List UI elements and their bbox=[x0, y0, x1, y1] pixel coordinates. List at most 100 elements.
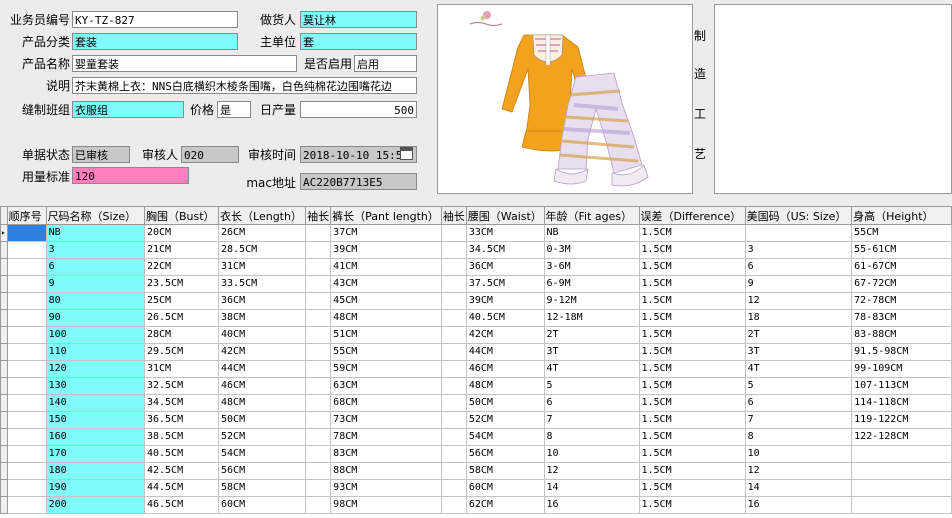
cell-waist[interactable]: 42CM bbox=[465, 326, 545, 344]
cell-fit-ages[interactable]: 3T bbox=[543, 343, 640, 361]
cell-length[interactable]: 28.5CM bbox=[218, 241, 307, 259]
cell-height[interactable]: 78-83CM bbox=[851, 309, 952, 327]
cell-difference[interactable]: 1.5CM bbox=[638, 258, 746, 276]
row-indicator[interactable] bbox=[0, 275, 8, 293]
cell-height[interactable]: 55CM bbox=[851, 224, 952, 242]
cell-sleeve[interactable] bbox=[305, 326, 332, 344]
product-image-frame[interactable] bbox=[437, 4, 693, 194]
cell-height[interactable]: 122-128CM bbox=[851, 428, 952, 446]
cell-size[interactable]: 3 bbox=[45, 241, 145, 259]
cell-height[interactable]: 83-88CM bbox=[851, 326, 952, 344]
cell-waist[interactable]: 58CM bbox=[465, 462, 545, 480]
cell-fit-ages[interactable]: 6 bbox=[543, 394, 640, 412]
price-field[interactable]: 是 bbox=[217, 101, 251, 118]
cell-size[interactable]: 150 bbox=[45, 411, 145, 429]
cell-height[interactable] bbox=[851, 445, 952, 463]
table-row[interactable]: 6 22CM 31CM 41CM 36CM 3-6M 1.5CM 6 61-67CM bbox=[0, 258, 952, 276]
cell-us-size[interactable]: 12 bbox=[744, 462, 853, 480]
cell-us-size[interactable]: 9 bbox=[744, 275, 853, 293]
cell-sleeve[interactable] bbox=[305, 394, 332, 412]
cell-height[interactable]: 61-67CM bbox=[851, 258, 952, 276]
table-row[interactable]: 130 32.5CM 46CM 63CM 48CM 5 1.5CM 5 107-113CM bbox=[0, 377, 952, 395]
cell-fit-ages[interactable]: 10 bbox=[543, 445, 640, 463]
cell-bust[interactable]: 26.5CM bbox=[143, 309, 220, 327]
cell-sleeve[interactable] bbox=[305, 258, 332, 276]
cell-sleeve[interactable] bbox=[305, 496, 332, 514]
cell-length[interactable]: 26CM bbox=[218, 224, 307, 242]
cell-difference[interactable]: 1.5CM bbox=[638, 445, 746, 463]
cell-sleeve-2[interactable] bbox=[440, 479, 467, 497]
cell-sleeve-2[interactable] bbox=[440, 326, 467, 344]
cell-difference[interactable]: 1.5CM bbox=[638, 309, 746, 327]
description-field[interactable]: 芥末黄棉上衣：NNS白底横织木棱条围嘴，白色纯棉花边围嘴花边 bbox=[72, 77, 417, 94]
col-header-waist[interactable]: 腰围（Waist） bbox=[465, 206, 545, 225]
cell-sleeve[interactable] bbox=[305, 343, 332, 361]
cell-us-size[interactable]: 2T bbox=[744, 326, 853, 344]
cell-pant-length[interactable]: 73CM bbox=[330, 411, 442, 429]
table-row[interactable]: 9 23.5CM 33.5CM 43CM 37.5CM 6-9M 1.5CM 9 67-72CM bbox=[0, 275, 952, 293]
cell-sleeve[interactable] bbox=[305, 479, 332, 497]
cell-us-size[interactable]: 5 bbox=[744, 377, 853, 395]
cell-pant-length[interactable]: 93CM bbox=[330, 479, 442, 497]
cell-bust[interactable]: 46.5CM bbox=[143, 496, 220, 514]
cell-fit-ages[interactable]: 7 bbox=[543, 411, 640, 429]
cell-difference[interactable]: 1.5CM bbox=[638, 224, 746, 242]
cell-sleeve[interactable] bbox=[305, 445, 332, 463]
cell-length[interactable]: 42CM bbox=[218, 343, 307, 361]
cell-pant-length[interactable]: 43CM bbox=[330, 275, 442, 293]
cell-waist[interactable]: 48CM bbox=[465, 377, 545, 395]
cell-fit-ages[interactable]: 3-6M bbox=[543, 258, 640, 276]
cell-sleeve[interactable] bbox=[305, 462, 332, 480]
row-indicator[interactable] bbox=[0, 377, 8, 395]
cell-fit-ages[interactable]: 9-12M bbox=[543, 292, 640, 310]
cell-size[interactable]: 140 bbox=[45, 394, 145, 412]
cell-seq[interactable] bbox=[6, 309, 47, 327]
cell-height[interactable]: 91.5-98CM bbox=[851, 343, 952, 361]
cell-fit-ages[interactable]: 5 bbox=[543, 377, 640, 395]
table-row[interactable]: 160 38.5CM 52CM 78CM 54CM 8 1.5CM 8 122-128CM bbox=[0, 428, 952, 446]
col-header-height[interactable]: 身高（Height） bbox=[851, 206, 952, 225]
cell-pant-length[interactable]: 55CM bbox=[330, 343, 442, 361]
cell-size[interactable]: 90 bbox=[45, 309, 145, 327]
cell-sleeve[interactable] bbox=[305, 377, 332, 395]
cell-sleeve[interactable] bbox=[305, 309, 332, 327]
col-header-length[interactable]: 衣长（Length） bbox=[218, 206, 307, 225]
cell-pant-length[interactable]: 45CM bbox=[330, 292, 442, 310]
cell-us-size[interactable]: 18 bbox=[744, 309, 853, 327]
cell-bust[interactable]: 21CM bbox=[143, 241, 220, 259]
cell-pant-length[interactable]: 98CM bbox=[330, 496, 442, 514]
cell-waist[interactable]: 37.5CM bbox=[465, 275, 545, 293]
row-indicator[interactable] bbox=[0, 326, 8, 344]
cell-sleeve-2[interactable] bbox=[440, 428, 467, 446]
cell-size[interactable]: 6 bbox=[45, 258, 145, 276]
row-indicator[interactable] bbox=[0, 428, 8, 446]
cell-seq[interactable] bbox=[6, 462, 47, 480]
col-header-sleeve-2[interactable]: 袖长 bbox=[440, 206, 467, 225]
cell-height[interactable]: 119-122CM bbox=[851, 411, 952, 429]
mac-field[interactable]: AC220B7713E5 bbox=[300, 173, 417, 190]
cell-difference[interactable]: 1.5CM bbox=[638, 360, 746, 378]
cell-length[interactable]: 60CM bbox=[218, 496, 307, 514]
cell-us-size[interactable]: 3T bbox=[744, 343, 853, 361]
table-row[interactable]: 100 28CM 40CM 51CM 42CM 2T 1.5CM 2T 83-88CM bbox=[0, 326, 952, 344]
cell-length[interactable]: 36CM bbox=[218, 292, 307, 310]
table-row[interactable]: 90 26.5CM 38CM 48CM 40.5CM 12-18M 1.5CM 18 78-83… bbox=[0, 309, 952, 327]
row-indicator[interactable] bbox=[0, 258, 8, 276]
cell-length[interactable]: 44CM bbox=[218, 360, 307, 378]
category-field[interactable]: 套装 bbox=[72, 33, 238, 50]
cell-bust[interactable]: 40.5CM bbox=[143, 445, 220, 463]
table-row[interactable]: 190 44.5CM 58CM 93CM 60CM 14 1.5CM 14 bbox=[0, 479, 952, 497]
doc-status-field[interactable]: 已审核 bbox=[72, 146, 130, 163]
cell-us-size[interactable]: 6 bbox=[744, 394, 853, 412]
col-header-seq[interactable]: 顺序号 bbox=[6, 206, 47, 225]
cell-bust[interactable]: 22CM bbox=[143, 258, 220, 276]
cell-height[interactable]: 67-72CM bbox=[851, 275, 952, 293]
cell-bust[interactable]: 36.5CM bbox=[143, 411, 220, 429]
cell-pant-length[interactable]: 48CM bbox=[330, 309, 442, 327]
buyer-field[interactable]: 莫让林 bbox=[300, 11, 417, 28]
current-row-arrow-icon[interactable]: ▸ bbox=[0, 224, 8, 242]
cell-difference[interactable]: 1.5CM bbox=[638, 326, 746, 344]
cell-sleeve-2[interactable] bbox=[440, 462, 467, 480]
cell-seq[interactable] bbox=[6, 479, 47, 497]
cell-length[interactable]: 31CM bbox=[218, 258, 307, 276]
